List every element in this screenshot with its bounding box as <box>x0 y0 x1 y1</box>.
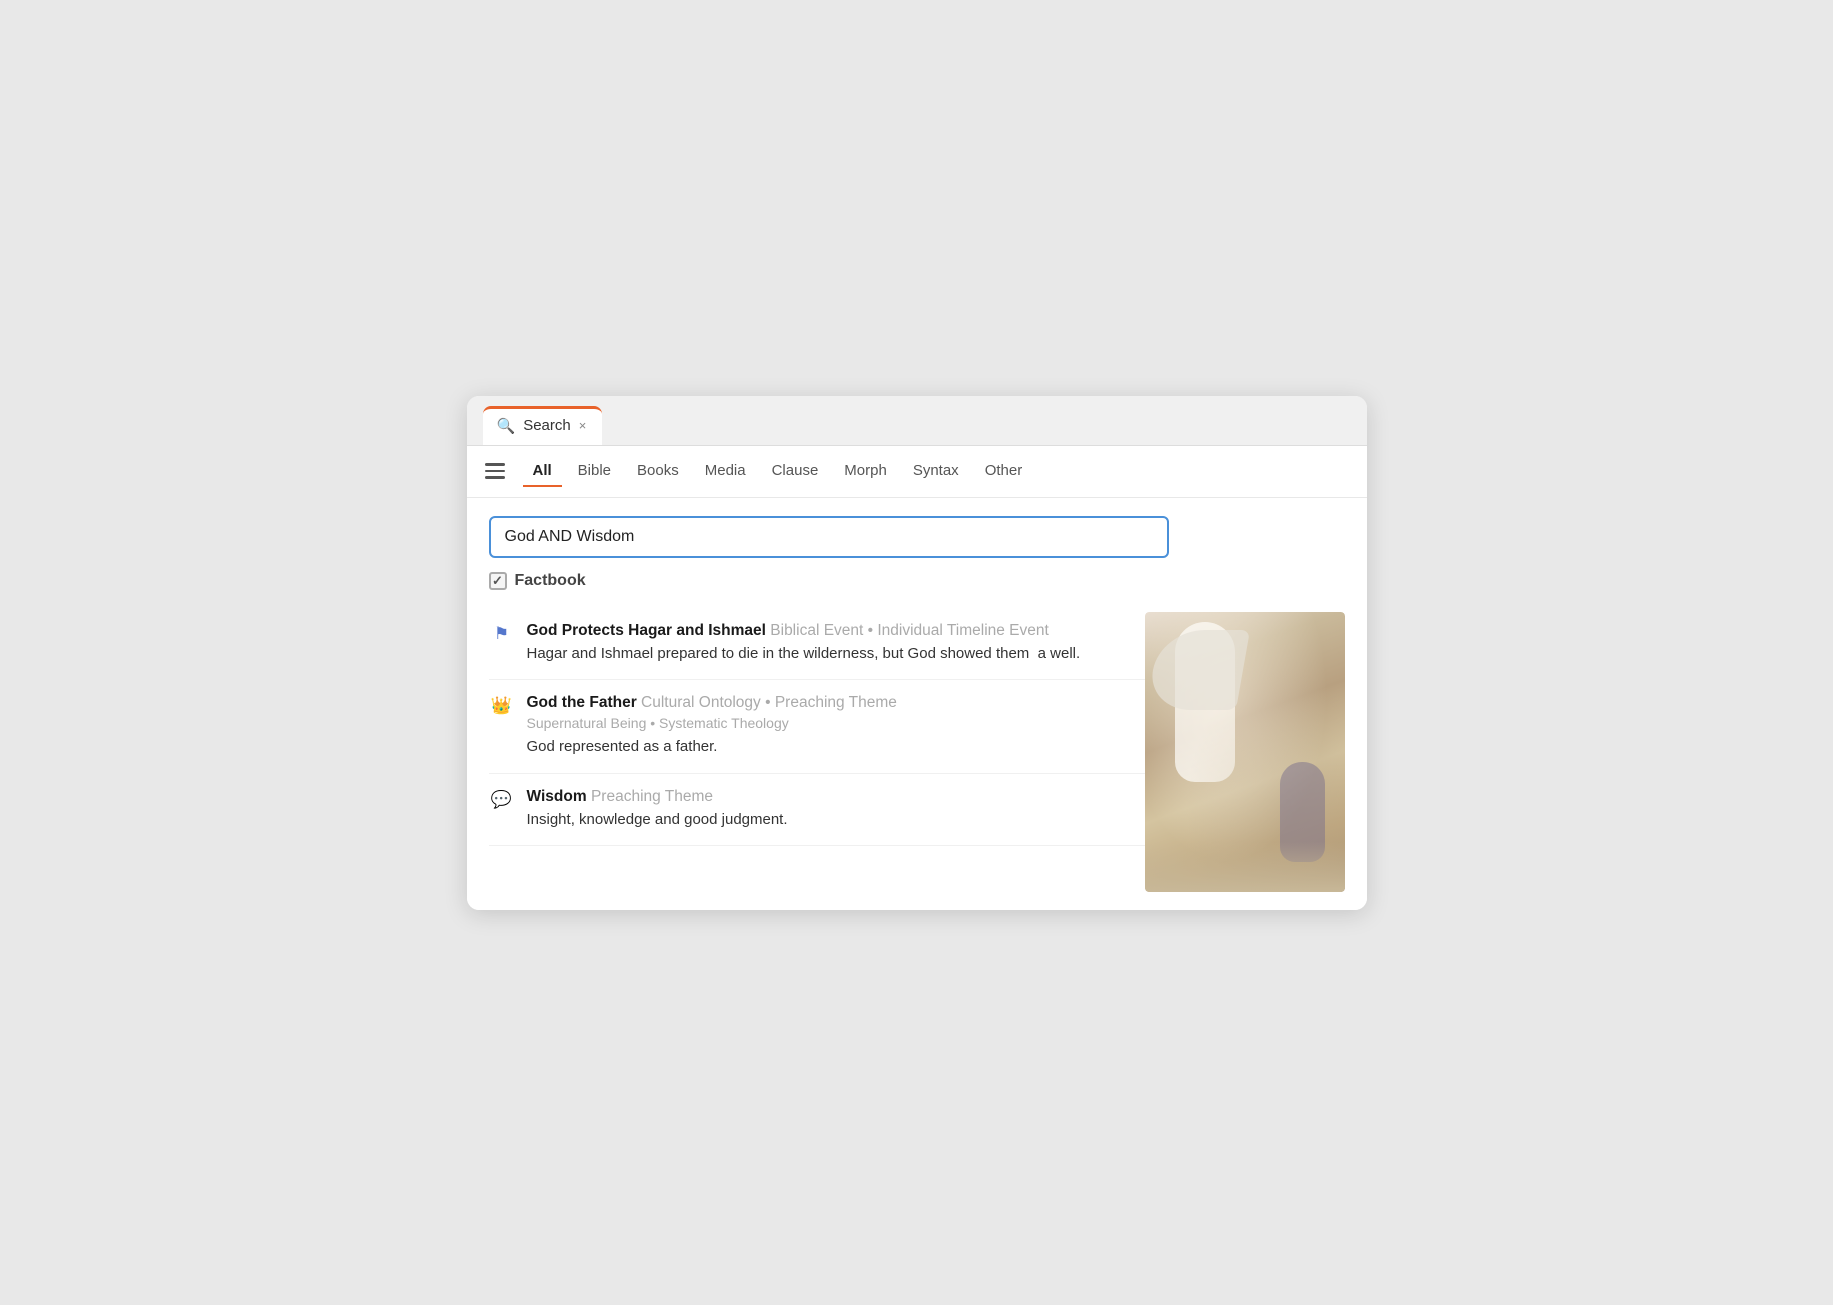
nav-tab-clause[interactable]: Clause <box>762 456 829 487</box>
result-title-meta-3: Preaching Theme <box>591 788 713 805</box>
hamburger-icon[interactable] <box>485 463 505 479</box>
result-subtitle-2: Supernatural Being • Systematic Theology <box>527 715 1145 731</box>
result-icon-crown: 👑 <box>489 696 515 716</box>
result-title-bold: God Protects Hagar and Ishmael <box>527 622 766 639</box>
nav-tab-bible[interactable]: Bible <box>568 456 621 487</box>
search-tab[interactable]: 🔍 Search × <box>483 406 603 445</box>
result-title-2: God the Father Cultural Ontology • Preac… <box>527 694 1145 712</box>
tab-label: Search <box>523 417 571 434</box>
result-body-3: Wisdom Preaching Theme Insight, knowledg… <box>527 788 1145 832</box>
close-icon[interactable]: × <box>579 418 587 433</box>
factbook-row: Factbook <box>489 572 1345 590</box>
nav-tab-books[interactable]: Books <box>627 456 689 487</box>
result-body-2: God the Father Cultural Ontology • Preac… <box>527 694 1145 759</box>
nav-tab-syntax[interactable]: Syntax <box>903 456 969 487</box>
result-title-1: God Protects Hagar and Ishmael Biblical … <box>527 622 1145 640</box>
result-desc-1: Hagar and Ishmael prepared to die in the… <box>527 643 1145 666</box>
result-item-2[interactable]: 👑 God the Father Cultural Ontology • Pre… <box>489 680 1145 774</box>
result-desc-2: God represented as a father. <box>527 736 1145 759</box>
result-title-bold-3: Wisdom <box>527 788 587 805</box>
painting-ground <box>1145 842 1345 892</box>
factbook-checkbox[interactable] <box>489 572 507 590</box>
nav-bar: All Bible Books Media Clause Morph Synta… <box>467 446 1367 498</box>
search-input-row <box>489 516 1345 558</box>
result-item-3[interactable]: 💬 Wisdom Preaching Theme Insight, knowle… <box>489 774 1145 847</box>
factbook-label: Factbook <box>515 572 586 590</box>
result-icon-bubble: 💬 <box>489 790 515 810</box>
result-image <box>1145 612 1345 892</box>
nav-tabs: All Bible Books Media Clause Morph Synta… <box>523 456 1033 487</box>
speech-bubble-icon: 💬 <box>491 790 512 810</box>
nav-tab-media[interactable]: Media <box>695 456 756 487</box>
tab-bar: 🔍 Search × <box>467 396 1367 446</box>
result-title-3: Wisdom Preaching Theme <box>527 788 1145 806</box>
search-icon: 🔍 <box>497 417 516 435</box>
result-item[interactable]: ⚑ God Protects Hagar and Ishmael Biblica… <box>489 608 1145 681</box>
main-window: 🔍 Search × All Bible Books Media Clause … <box>467 396 1367 910</box>
result-title-meta: Biblical Event • Individual Timeline Eve… <box>770 622 1049 639</box>
result-body-1: God Protects Hagar and Ishmael Biblical … <box>527 622 1145 666</box>
crown-icon: 👑 <box>491 696 512 716</box>
result-title-meta-2: Cultural Ontology • Preaching Theme <box>641 694 897 711</box>
content-area: Factbook ⚑ God Protects Hagar and Ishmae… <box>467 498 1367 910</box>
nav-tab-all[interactable]: All <box>523 456 562 487</box>
painting <box>1145 612 1345 892</box>
flag-icon: ⚑ <box>494 624 509 644</box>
nav-tab-other[interactable]: Other <box>975 456 1033 487</box>
result-icon-flag: ⚑ <box>489 624 515 644</box>
result-desc-3: Insight, knowledge and good judgment. <box>527 809 1145 832</box>
results-area: ⚑ God Protects Hagar and Ishmael Biblica… <box>489 608 1345 892</box>
nav-tab-morph[interactable]: Morph <box>834 456 897 487</box>
results-list: ⚑ God Protects Hagar and Ishmael Biblica… <box>489 608 1145 892</box>
result-title-bold-2: God the Father <box>527 694 637 711</box>
search-input[interactable] <box>489 516 1169 558</box>
